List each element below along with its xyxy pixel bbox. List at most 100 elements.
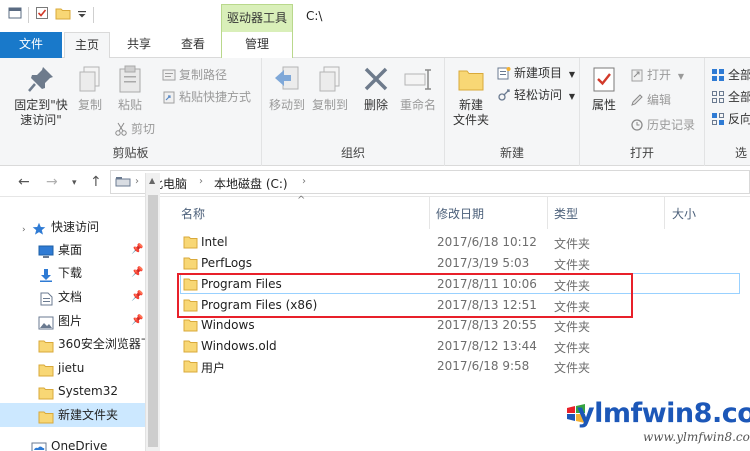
scroll-up-arrow-icon[interactable]: ▲ <box>149 176 155 185</box>
tab-file[interactable]: 文件 <box>0 32 62 58</box>
open-icon <box>631 69 643 82</box>
copy-icon <box>79 66 100 92</box>
easy-access-button[interactable]: 轻松访问 ▼ <box>497 86 575 104</box>
nav-item-jietu[interactable]: jietu <box>0 356 145 380</box>
pin-icon[interactable]: 📌 <box>131 309 143 333</box>
select-group-label: 选 <box>735 146 748 160</box>
column-divider[interactable] <box>547 197 548 229</box>
app-menu-icon[interactable] <box>8 6 22 23</box>
invert-selection-icon <box>712 113 724 125</box>
table-row[interactable]: Windows 2017/8/13 20:55 文件夹 <box>177 315 730 336</box>
select-none-button[interactable]: 全部 <box>711 88 750 106</box>
tab-share[interactable]: 共享 <box>116 32 162 58</box>
copy-path-icon <box>162 69 176 81</box>
watermark-text: ylmfwin8.com <box>577 398 750 429</box>
easy-access-dropdown-icon: ▼ <box>568 92 575 101</box>
highlight-annotation-box <box>177 273 633 318</box>
breadcrumb-local-disk-c[interactable]: 本地磁盘 (C:) <box>214 175 288 192</box>
address-bar[interactable]: › 此电脑 › 本地磁盘 (C:) › <box>110 170 750 194</box>
table-row[interactable]: 用户 2017/6/18 9:58 文件夹 <box>177 356 730 377</box>
ribbon-tabs: 文件 主页 共享 查看 管理 <box>0 32 750 59</box>
column-header-size[interactable]: 大小 <box>672 205 696 222</box>
scissors-icon <box>115 122 127 136</box>
nav-item-documents[interactable]: 文档 📌 <box>0 285 145 309</box>
paste-shortcut-icon <box>163 91 175 104</box>
nav-pane-scrollbar[interactable]: ▲ <box>145 173 160 451</box>
chevron-down-icon[interactable]: › <box>22 218 26 239</box>
drive-tools-context-tab: 驱动器工具 <box>221 4 293 32</box>
star-icon <box>32 220 46 239</box>
open-group-label: 打开 <box>629 146 654 160</box>
nav-item-quick-access[interactable]: › 快速访问 <box>0 215 145 239</box>
column-header-name[interactable]: 名称 <box>181 205 205 222</box>
select-group: 全部 全部 反向 选 <box>705 58 750 166</box>
new-item-dropdown-icon: ▼ <box>568 70 575 79</box>
site-watermark: ylmfwin8.com www.ylmfwin8.com <box>565 396 750 451</box>
paste-icon <box>119 65 141 93</box>
history-button[interactable]: 历史记录 <box>630 116 695 134</box>
back-arrow-icon[interactable]: ← <box>18 174 30 190</box>
copy-path-button[interactable]: 复制路径 <box>162 66 227 84</box>
nav-item-onedrive[interactable]: OneDrive <box>0 434 145 451</box>
properties-button[interactable]: 属性 <box>586 64 622 113</box>
breadcrumb-separator: › <box>199 176 203 187</box>
cut-button[interactable]: 剪切 <box>114 120 155 138</box>
new-group-label: 新建 <box>499 146 524 160</box>
pin-icon[interactable]: 📌 <box>131 261 143 285</box>
column-header-date[interactable]: 修改日期 <box>436 205 484 222</box>
copy-to-button[interactable]: 复制到 <box>310 64 350 113</box>
tab-view[interactable]: 查看 <box>170 32 216 58</box>
move-to-button[interactable]: 移动到 <box>267 64 307 113</box>
pin-icon <box>28 67 53 92</box>
toolbar-separator <box>93 6 94 23</box>
up-arrow-icon[interactable]: ↑ <box>90 174 102 190</box>
pin-icon[interactable]: 📌 <box>131 238 143 262</box>
sort-ascending-icon: ^ <box>297 195 306 206</box>
rename-icon <box>404 69 431 90</box>
nav-item-system32[interactable]: System32 <box>0 379 145 403</box>
pin-icon[interactable]: 📌 <box>131 285 143 309</box>
select-all-button[interactable]: 全部 <box>711 66 750 84</box>
new-item-button[interactable]: 新建项目 ▼ <box>497 64 575 82</box>
nav-item-pictures[interactable]: 图片 📌 <box>0 309 145 333</box>
paste-shortcut-button[interactable]: 粘贴快捷方式 <box>162 88 251 106</box>
rename-button[interactable]: 重命名 <box>398 64 438 113</box>
pin-quick-access-button[interactable]: 固定到"快 速访问" <box>12 64 70 128</box>
download-icon <box>39 266 53 285</box>
new-folder-button[interactable]: 新建 文件夹 <box>449 64 493 128</box>
properties-check-icon[interactable] <box>35 6 49 23</box>
history-icon <box>631 119 643 131</box>
delete-button[interactable]: 删除 <box>360 64 392 113</box>
column-header-type[interactable]: 类型 <box>554 205 578 222</box>
quick-access-toolbar <box>8 6 94 23</box>
table-row[interactable]: PerfLogs 2017/3/19 5:03 文件夹 <box>177 253 730 274</box>
column-divider[interactable] <box>429 197 430 229</box>
nav-item-downloads[interactable]: 下载 📌 <box>0 261 145 285</box>
nav-item-new-folder[interactable]: 新建文件夹 <box>0 403 145 427</box>
recent-locations-dropdown-icon[interactable]: ▾ <box>72 178 77 188</box>
toolbar-separator <box>28 6 29 23</box>
tab-manage[interactable]: 管理 <box>221 32 293 58</box>
window-title: C:\ <box>306 9 323 23</box>
copy-button[interactable]: 复制 <box>74 64 106 113</box>
qat-dropdown-icon[interactable] <box>77 8 87 22</box>
nav-item-360-browser[interactable]: 360安全浏览器下 <box>0 332 145 356</box>
drive-location-icon <box>115 176 131 191</box>
open-group: 属性 打开 ▼ 编辑 历史记录 打开 <box>580 58 705 166</box>
table-row[interactable]: Intel 2017/6/18 10:12 文件夹 <box>177 232 730 253</box>
new-group: 新建 文件夹 新建项目 ▼ 轻松访问 ▼ 新建 <box>445 58 580 166</box>
edit-button[interactable]: 编辑 <box>630 91 671 109</box>
nav-item-desktop[interactable]: 桌面 📌 <box>0 238 145 262</box>
forward-arrow-icon[interactable]: → <box>46 174 58 190</box>
table-row[interactable]: Windows.old 2017/8/12 13:44 文件夹 <box>177 336 730 357</box>
open-button[interactable]: 打开 ▼ <box>630 66 684 84</box>
column-divider[interactable] <box>664 197 665 229</box>
watermark-url: www.ylmfwin8.com <box>643 430 750 444</box>
new-folder-qat-icon[interactable] <box>55 6 71 23</box>
scrollbar-thumb[interactable] <box>148 195 158 447</box>
paste-button[interactable]: 粘贴 <box>114 64 146 113</box>
address-row: ← → ▾ ↑ › 此电脑 › 本地磁盘 (C:) › <box>0 167 750 197</box>
invert-selection-button[interactable]: 反向 <box>711 110 750 128</box>
folder-icon <box>183 257 198 273</box>
tab-home[interactable]: 主页 <box>64 32 110 59</box>
